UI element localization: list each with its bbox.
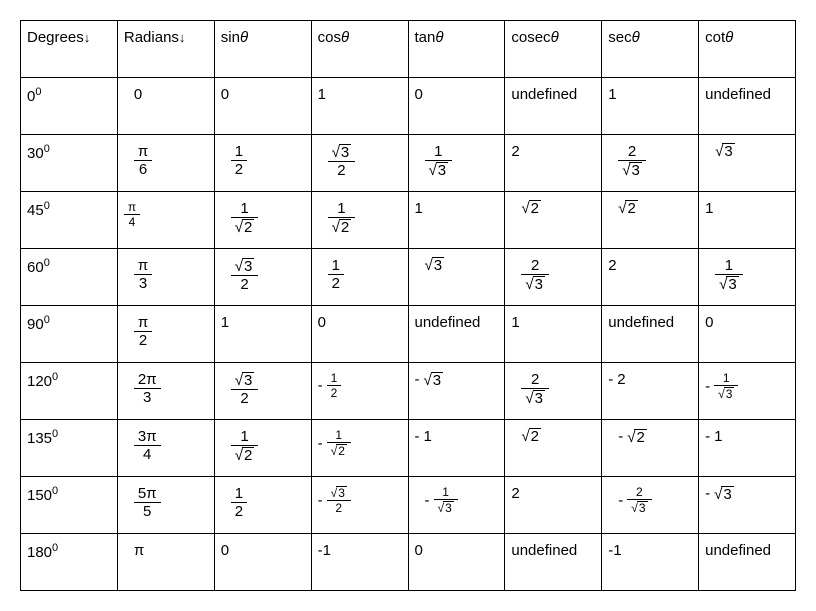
table-header-row: Degrees↓ Radians↓ sinθ cosθ tanθ cosecθ …: [21, 21, 796, 78]
table-row: 1800 π 0 -1 0 undefined -1 undefined: [21, 534, 796, 591]
cell-sec: 1: [602, 78, 699, 135]
cell-cot: 0: [699, 306, 796, 363]
cell-cosec: 2√3: [505, 249, 602, 306]
cell-radians: 5π5: [117, 477, 214, 534]
table-row: 1200 2π3 √32 -12 -√3 2√3 -2 -1√3: [21, 363, 796, 420]
cell-cot: -√3: [699, 477, 796, 534]
cell-tan: undefined: [408, 306, 505, 363]
col-degrees: Degrees↓: [21, 21, 118, 78]
cell-cos: -√32: [311, 477, 408, 534]
cell-degrees: 1500: [21, 477, 118, 534]
cell-tan: 1√3: [408, 135, 505, 192]
cell-cos: -1: [311, 534, 408, 591]
table-row: 900 π2 1 0 undefined 1 undefined 0: [21, 306, 796, 363]
cell-tan: 0: [408, 534, 505, 591]
table-row: 00 0 0 1 0 undefined 1 undefined: [21, 78, 796, 135]
cell-radians: π: [117, 534, 214, 591]
cell-cos: -1√2: [311, 420, 408, 477]
cell-radians: π4: [117, 192, 214, 249]
cell-cot: undefined: [699, 78, 796, 135]
cell-degrees: 1350: [21, 420, 118, 477]
cell-tan: √3: [408, 249, 505, 306]
cell-sin: 0: [214, 534, 311, 591]
cell-tan: -1: [408, 420, 505, 477]
cell-cos: 0: [311, 306, 408, 363]
col-tan: tanθ: [408, 21, 505, 78]
cell-sin: 12: [214, 135, 311, 192]
cell-radians: 0: [117, 78, 214, 135]
cell-degrees: 300: [21, 135, 118, 192]
cell-sin: 1√2: [214, 192, 311, 249]
cell-sec: -2√3: [602, 477, 699, 534]
cell-cosec: undefined: [505, 78, 602, 135]
cell-cosec: 2: [505, 477, 602, 534]
cell-degrees: 900: [21, 306, 118, 363]
cell-sin: 1√2: [214, 420, 311, 477]
cell-tan: -1√3: [408, 477, 505, 534]
table-row: 600 π3 √32 12 √3 2√3 2 1√3: [21, 249, 796, 306]
trig-values-table: Degrees↓ Radians↓ sinθ cosθ tanθ cosecθ …: [20, 20, 796, 591]
cell-degrees: 00: [21, 78, 118, 135]
cell-cot: -1√3: [699, 363, 796, 420]
cell-cosec: √2: [505, 420, 602, 477]
cell-sec: -2: [602, 363, 699, 420]
cell-sin: 1: [214, 306, 311, 363]
table-row: 450 π4 1√2 1√2 1 √2 √2 1: [21, 192, 796, 249]
cell-tan: 1: [408, 192, 505, 249]
cell-cos: 1: [311, 78, 408, 135]
cell-radians: π2: [117, 306, 214, 363]
cell-cosec: 2: [505, 135, 602, 192]
col-radians: Radians↓: [117, 21, 214, 78]
col-cos: cosθ: [311, 21, 408, 78]
cell-cot: undefined: [699, 534, 796, 591]
table-row: 300 π6 12 √32 1√3 2 2√3 √3: [21, 135, 796, 192]
cell-cosec: 2√3: [505, 363, 602, 420]
cell-sec: 2: [602, 249, 699, 306]
cell-cosec: 1: [505, 306, 602, 363]
cell-radians: 2π3: [117, 363, 214, 420]
cell-sec: -1: [602, 534, 699, 591]
cell-sec: 2√3: [602, 135, 699, 192]
col-sin: sinθ: [214, 21, 311, 78]
cell-cosec: undefined: [505, 534, 602, 591]
cell-radians: π6: [117, 135, 214, 192]
cell-degrees: 1200: [21, 363, 118, 420]
cell-cot: 1: [699, 192, 796, 249]
cell-cot: √3: [699, 135, 796, 192]
cell-cosec: √2: [505, 192, 602, 249]
cell-degrees: 450: [21, 192, 118, 249]
col-cot: cotθ: [699, 21, 796, 78]
cell-cos: 1√2: [311, 192, 408, 249]
cell-degrees: 600: [21, 249, 118, 306]
cell-radians: π3: [117, 249, 214, 306]
cell-sin: 0: [214, 78, 311, 135]
cell-sin: √32: [214, 363, 311, 420]
cell-cos: 12: [311, 249, 408, 306]
cell-cot: -1: [699, 420, 796, 477]
cell-sec: undefined: [602, 306, 699, 363]
col-cosec: cosecθ: [505, 21, 602, 78]
cell-radians: 3π4: [117, 420, 214, 477]
cell-sin: √32: [214, 249, 311, 306]
cell-sec: -√2: [602, 420, 699, 477]
cell-tan: 0: [408, 78, 505, 135]
table-row: 1350 3π4 1√2 -1√2 -1 √2 -√2 -1: [21, 420, 796, 477]
cell-cos: -12: [311, 363, 408, 420]
col-sec: secθ: [602, 21, 699, 78]
cell-sin: 12: [214, 477, 311, 534]
cell-sec: √2: [602, 192, 699, 249]
cell-tan: -√3: [408, 363, 505, 420]
cell-cos: √32: [311, 135, 408, 192]
cell-degrees: 1800: [21, 534, 118, 591]
cell-cot: 1√3: [699, 249, 796, 306]
table-row: 1500 5π5 12 -√32 -1√3 2 -2√3 -√3: [21, 477, 796, 534]
